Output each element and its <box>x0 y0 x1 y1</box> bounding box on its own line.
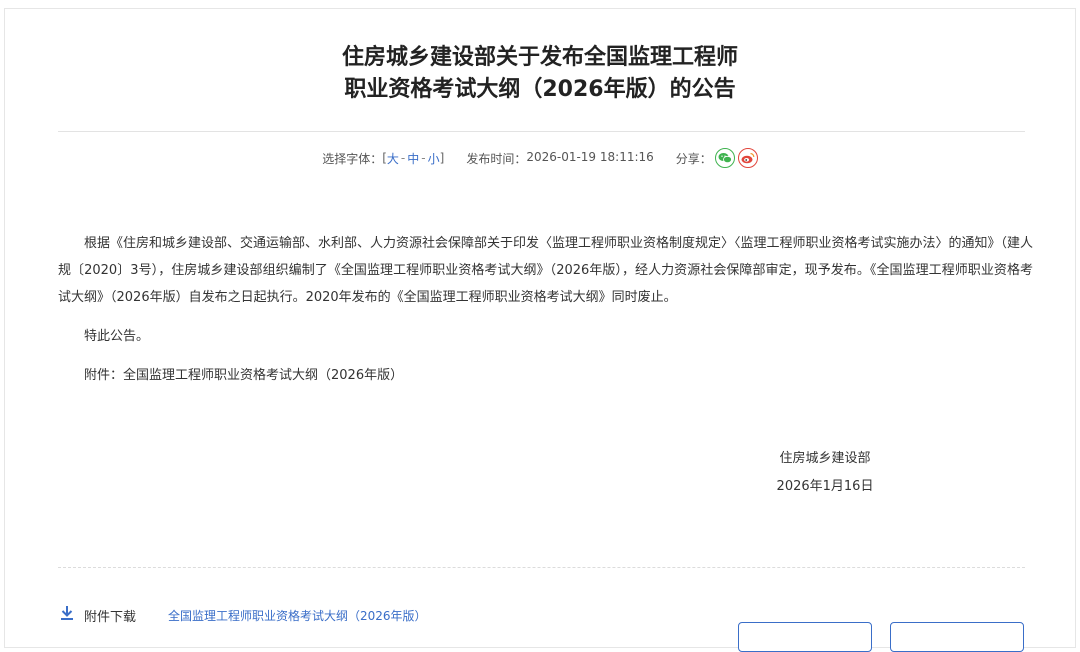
font-size-medium-link[interactable]: 中 <box>407 150 419 167</box>
publish-time-value: 2026-01-19 18:11:16 <box>526 149 654 164</box>
page-title: 住房城乡建设部关于发布全国监理工程师 职业资格考试大纲（2026年版）的公告 <box>0 42 1080 106</box>
body-paragraph-attachment: 附件：全国监理工程师职业资格考试大纲（2026年版） <box>84 368 404 383</box>
nav-button-next[interactable] <box>890 622 1024 652</box>
title-line-2: 职业资格考试大纲（2026年版）的公告 <box>344 77 736 102</box>
download-label: 附件下载 <box>84 609 137 625</box>
signature-org: 住房城乡建设部 <box>779 451 871 466</box>
attachment-file-link[interactable]: 全国监理工程师职业资格考试大纲（2026年版） <box>168 607 427 624</box>
share-label: 分享： <box>675 151 712 166</box>
meta-row: 选择字体： [ 大 - 中 - 小 ] 发布时间： 2026-01-19 18:… <box>0 148 1080 168</box>
nav-button-previous[interactable] <box>738 622 872 652</box>
wechat-icon[interactable] <box>714 148 735 168</box>
publish-time: 发布时间： 2026-01-19 18:11:16 <box>466 150 653 167</box>
share-group: 分享： <box>676 148 758 168</box>
font-size-selector: 选择字体： [ 大 - 中 - 小 ] <box>322 150 444 167</box>
weibo-icon[interactable] <box>737 148 758 168</box>
body-paragraph-2: 特此公告。 <box>84 329 150 344</box>
font-select-label: 选择字体： <box>322 151 383 166</box>
attachment-divider <box>58 567 1025 568</box>
separator: - <box>400 151 406 165</box>
separator: - <box>421 151 426 165</box>
attachment-download-row: 附件下载 全国监理工程师职业资格考试大纲（2026年版） <box>58 604 427 626</box>
title-line-1: 住房城乡建设部关于发布全国监理工程师 <box>341 45 738 70</box>
article-body: 根据《住房和城乡建设部、交通运输部、水利部、人力资源社会保障部关于印发〈监理工程… <box>58 230 1033 389</box>
body-paragraph-1: 根据《住房和城乡建设部、交通运输部、水利部、人力资源社会保障部关于印发〈监理工程… <box>58 236 1034 305</box>
publish-time-label: 发布时间： <box>466 151 527 166</box>
title-divider <box>58 131 1025 132</box>
font-size-large-link[interactable]: 大 <box>387 150 399 167</box>
font-size-small-link[interactable]: 小 <box>428 150 440 167</box>
bracket-close: ] <box>439 151 445 165</box>
download-icon <box>58 604 76 626</box>
signature-date: 2026年1月16日 <box>776 479 874 494</box>
